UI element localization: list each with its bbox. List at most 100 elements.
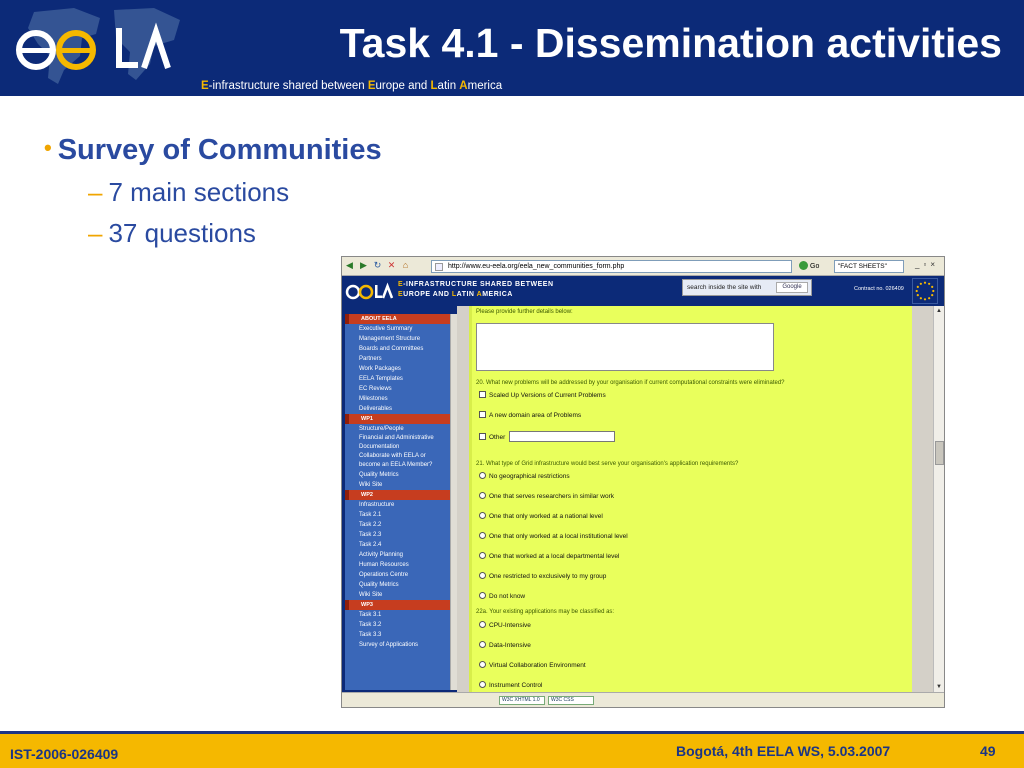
sidebar-item[interactable]: Task 2.1 xyxy=(345,510,450,520)
page-title: Task 4.1 - Dissemination activities xyxy=(339,20,1002,66)
address-bar[interactable]: http://www.eu-eela.org/eela_new_communit… xyxy=(431,260,792,273)
q22a-option[interactable]: Virtual Collaboration Environment xyxy=(479,661,586,669)
sidebar-item[interactable]: Collaborate with EELA or become an EELA … xyxy=(345,452,450,470)
sidebar-item[interactable]: Deliverables xyxy=(345,404,450,414)
question-20: 20. What new problems will be addressed … xyxy=(476,380,785,386)
question-21: 21. What type of Grid infrastructure wou… xyxy=(476,461,739,467)
window-controls[interactable]: _▫× xyxy=(915,260,939,269)
other-input[interactable] xyxy=(509,431,616,442)
sidebar-item[interactable]: Task 2.4 xyxy=(345,540,450,550)
w3c-css-badge[interactable]: W3C CSS xyxy=(548,696,594,705)
sidebar-section-header[interactable]: WP1 xyxy=(345,414,450,424)
contract-number: Contract no. 026409 xyxy=(854,286,904,292)
eela-logo xyxy=(4,4,189,88)
w3c-xhtml-badge[interactable]: W3C XHTML 1.0 xyxy=(499,696,545,705)
sidebar-item[interactable]: EC Reviews xyxy=(345,384,450,394)
sidebar-scrollbar[interactable] xyxy=(450,314,457,690)
radio[interactable] xyxy=(479,661,486,668)
bullet-sub: –7 main sections xyxy=(88,177,290,207)
radio[interactable] xyxy=(479,572,486,579)
sidebar-item[interactable]: Human Resources xyxy=(345,560,450,570)
sidebar-item[interactable]: Financial and Administrative Documentati… xyxy=(345,434,450,452)
scroll-down-icon[interactable]: ▼ xyxy=(936,684,942,690)
eela-logo-icon xyxy=(16,8,180,84)
sidebar-item[interactable]: Partners xyxy=(345,354,450,364)
sidebar-item[interactable]: EELA Templates xyxy=(345,374,450,384)
q22a-option[interactable]: CPU-Intensive xyxy=(479,621,531,629)
radio[interactable] xyxy=(479,532,486,539)
forward-icon[interactable]: ▶ xyxy=(358,260,369,271)
sidebar-item[interactable]: Executive Summary xyxy=(345,324,450,334)
q21-option[interactable]: One restricted to exclusively to my grou… xyxy=(479,572,606,580)
bullet-sub: –37 questions xyxy=(88,218,256,248)
radio[interactable] xyxy=(479,492,486,499)
site-search-box[interactable]: search inside the site with Google xyxy=(682,279,812,296)
sidebar-item[interactable]: Management Structure xyxy=(345,334,450,344)
site-header: E-INFRASTRUCTURE SHARED BETWEEN EUROPE A… xyxy=(342,276,944,306)
q20-option[interactable]: A new domain area of Problems xyxy=(479,411,581,419)
project-id: IST-2006-026409 xyxy=(10,746,119,762)
sidebar-item[interactable]: Infrastructure xyxy=(345,500,450,510)
q20-option[interactable]: Other xyxy=(479,431,616,442)
radio[interactable] xyxy=(479,621,486,628)
go-button[interactable]: Go xyxy=(799,260,819,273)
sidebar-item[interactable]: Boards and Committees xyxy=(345,344,450,354)
sidebar-item[interactable]: Survey of Applications xyxy=(345,640,450,650)
sidebar-item[interactable]: Quality Metrics xyxy=(345,470,450,480)
sidebar-item[interactable]: Wiki Site xyxy=(345,480,450,490)
sidebar-item[interactable]: Operations Centre xyxy=(345,570,450,580)
checkbox[interactable] xyxy=(479,391,486,398)
q21-option[interactable]: No geographical restrictions xyxy=(479,472,570,480)
sidebar-item[interactable]: Task 3.3 xyxy=(345,630,450,640)
checkbox[interactable] xyxy=(479,411,486,418)
sidebar-item[interactable]: Task 2.3 xyxy=(345,530,450,540)
sidebar-item[interactable]: Structure/People xyxy=(345,424,450,434)
slide: Task 4.1 - Dissemination activities E-in… xyxy=(0,0,1024,768)
checkbox[interactable] xyxy=(479,433,486,440)
sidebar-item[interactable]: Wiki Site xyxy=(345,590,450,600)
q21-option[interactable]: One that worked at a local departmental … xyxy=(479,552,619,560)
sidebar-item[interactable]: Quality Metrics xyxy=(345,580,450,590)
sidebar-item[interactable]: Task 3.2 xyxy=(345,620,450,630)
sidebar-item[interactable]: Work Packages xyxy=(345,364,450,374)
q22a-option[interactable]: Data-Intensive xyxy=(479,641,531,649)
q21-option[interactable]: One that only worked at a local institut… xyxy=(479,532,628,540)
radio[interactable] xyxy=(479,552,486,559)
browser-search-input[interactable]: "FACT SHEETS" xyxy=(834,260,904,273)
q21-option[interactable]: One that only worked at a national level xyxy=(479,512,603,520)
sidebar-item[interactable]: Activity Planning xyxy=(345,550,450,560)
page-scrollbar[interactable]: ▲ ▼ xyxy=(933,306,944,692)
site-tagline: E-INFRASTRUCTURE SHARED BETWEEN EUROPE A… xyxy=(398,281,554,298)
scroll-thumb[interactable] xyxy=(935,441,944,465)
sidebar-section-header[interactable]: ABOUT EELA xyxy=(345,314,450,324)
sidebar-menu: ABOUT EELA Executive Summary Management St… xyxy=(345,314,450,690)
sidebar-item[interactable]: Milestones xyxy=(345,394,450,404)
page-icon xyxy=(435,263,443,271)
radio[interactable] xyxy=(479,681,486,688)
q22a-option[interactable]: Instrument Control xyxy=(479,681,542,689)
google-search-button[interactable]: Google xyxy=(776,282,808,293)
page-subtitle: E-infrastructure shared between Europe a… xyxy=(201,80,503,92)
scroll-up-icon[interactable]: ▲ xyxy=(936,308,942,314)
browser-toolbar: ◀ ▶ ↻ ✕ ⌂ http://www.eu-eela.org/eela_ne… xyxy=(342,257,944,276)
back-icon[interactable]: ◀ xyxy=(344,260,355,271)
radio[interactable] xyxy=(479,641,486,648)
radio[interactable] xyxy=(479,592,486,599)
sidebar-item[interactable]: Task 3.1 xyxy=(345,610,450,620)
footer-bar: IST-2006-026409 Bogotá, 4th EELA WS, 5.0… xyxy=(0,731,1024,768)
sidebar-item[interactable]: Task 2.2 xyxy=(345,520,450,530)
home-icon[interactable]: ⌂ xyxy=(400,260,411,271)
q21-option[interactable]: Do not know xyxy=(479,592,525,600)
event-info: Bogotá, 4th EELA WS, 5.03.2007 xyxy=(676,743,891,759)
go-icon xyxy=(799,261,808,270)
bullet-list: • Survey of Communities –7 main sections … xyxy=(44,134,382,249)
sidebar-section-header[interactable]: WP3 xyxy=(345,600,450,610)
refresh-icon[interactable]: ↻ xyxy=(372,260,383,271)
q21-option[interactable]: One that serves researchers in similar w… xyxy=(479,492,614,500)
stop-icon[interactable]: ✕ xyxy=(386,260,397,271)
sidebar-section-header[interactable]: WP2 xyxy=(345,490,450,500)
radio[interactable] xyxy=(479,472,486,479)
q20-option[interactable]: Scaled Up Versions of Current Problems xyxy=(479,391,606,399)
details-textarea[interactable] xyxy=(476,323,774,371)
radio[interactable] xyxy=(479,512,486,519)
